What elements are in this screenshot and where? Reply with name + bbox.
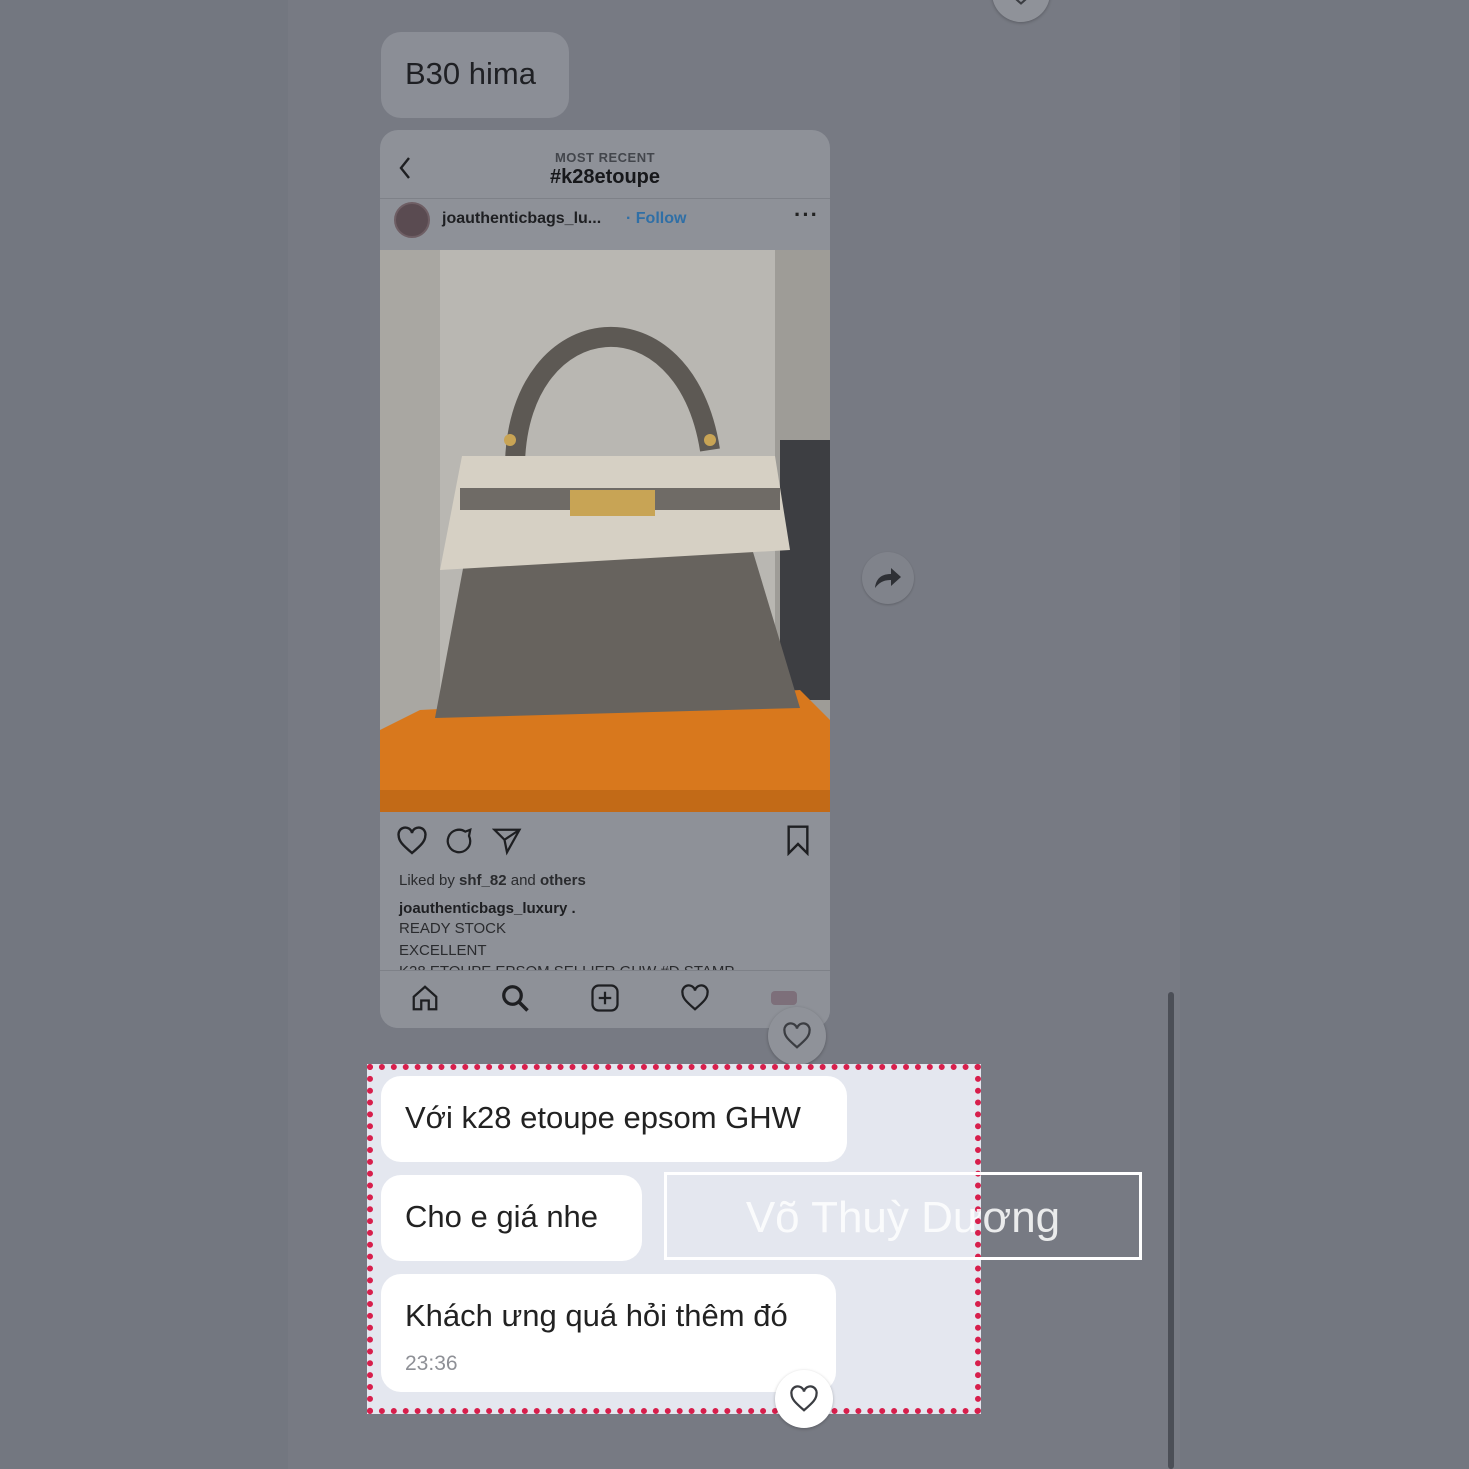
send-icon	[492, 828, 522, 856]
bookmark-icon	[787, 825, 809, 856]
ig-follow-link: · Follow	[626, 210, 686, 228]
share-icon	[875, 568, 901, 588]
ig-caption-line: EXCELLENT	[399, 942, 487, 959]
ig-section-label: MOST RECENT	[554, 150, 656, 165]
ig-caption-user: joauthenticbags_luxury .	[399, 900, 576, 917]
heart-icon	[397, 826, 427, 855]
message-text: Cho e giá nhe	[405, 1199, 599, 1234]
heart-icon	[1015, 0, 1027, 5]
follow-label: Follow	[635, 210, 687, 227]
ig-header: MOST RECENT #k28etoupe	[380, 130, 830, 199]
likes-others: others	[539, 872, 586, 889]
likes-prefix: Liked by	[399, 872, 455, 889]
ig-tab-bar	[380, 970, 830, 1028]
message-bubble[interactable]: Khách ưng quá hỏi thêm đó 23:36	[381, 1274, 836, 1392]
heart-icon	[790, 1385, 818, 1412]
home-icon	[412, 985, 438, 1011]
message-timestamp: 23:36	[405, 1352, 458, 1375]
ig-post-photo	[380, 250, 830, 812]
heart-icon	[783, 1022, 811, 1049]
likes-and: and	[510, 872, 536, 889]
comment-icon	[446, 827, 472, 854]
activity-heart-icon	[681, 984, 709, 1011]
ig-post-header: joauthenticbags_lu... · Follow ···	[380, 198, 830, 250]
watermark-name-box: Võ Thuỳ Dương	[664, 1172, 1142, 1260]
ig-action-bar	[380, 812, 830, 872]
message-bubble[interactable]: B30 hima	[381, 32, 569, 118]
ig-likes-text: Liked by shf_82 and others	[399, 872, 586, 889]
more-options-icon: ···	[794, 202, 819, 227]
handbag-photo	[380, 250, 830, 812]
follow-separator: ·	[626, 210, 632, 227]
ig-hashtag-title: #k28etoupe	[549, 166, 661, 188]
watermark-name: Võ Thuỳ Dương	[745, 1193, 1061, 1242]
ig-caption-line: READY STOCK	[399, 920, 506, 937]
reaction-heart-button[interactable]	[775, 1370, 833, 1428]
message-bubble[interactable]: Cho e giá nhe	[381, 1175, 642, 1261]
shared-instagram-screenshot[interactable]: MOST RECENT #k28etoupe joauthenticbags_l…	[380, 130, 830, 1028]
message-text: Khách ưng quá hỏi thêm đó	[405, 1298, 788, 1333]
message-text: Với k28 etoupe epsom GHW	[405, 1100, 801, 1135]
message-bubble[interactable]: Với k28 etoupe epsom GHW	[381, 1076, 847, 1162]
message-text: B30 hima	[405, 56, 536, 91]
likes-user: shf_82	[459, 872, 507, 889]
avatar	[394, 202, 430, 238]
reaction-heart-button[interactable]	[768, 1007, 826, 1065]
profile-avatar-icon	[771, 991, 797, 1005]
ig-username: joauthenticbags_lu...	[442, 210, 602, 227]
add-post-icon	[591, 984, 619, 1012]
scrollbar[interactable]	[1168, 992, 1174, 1469]
forward-button[interactable]	[862, 552, 914, 604]
search-icon	[502, 985, 529, 1012]
